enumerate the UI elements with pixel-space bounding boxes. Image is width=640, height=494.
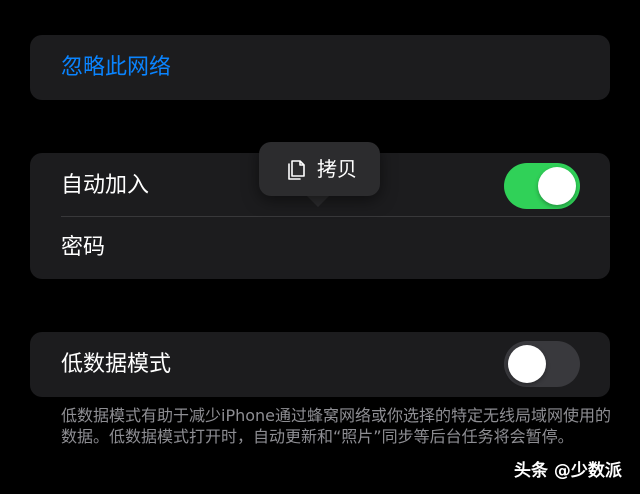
forget-network-card: 忽略此网络 <box>30 35 610 100</box>
toggle-knob <box>538 167 576 205</box>
copy-context-menu[interactable]: 拷贝 <box>259 142 380 196</box>
popup-arrow <box>306 195 330 207</box>
password-row[interactable]: 密码 <box>30 217 610 279</box>
toggle-knob <box>508 345 546 383</box>
low-data-card: 低数据模式 <box>30 332 610 397</box>
auto-join-toggle[interactable] <box>504 163 580 209</box>
low-data-toggle[interactable] <box>504 341 580 387</box>
watermark: 头条 @少数派 <box>514 461 622 481</box>
forget-network-row[interactable]: 忽略此网络 <box>30 35 610 100</box>
auto-join-label: 自动加入 <box>61 173 150 198</box>
low-data-label: 低数据模式 <box>61 352 172 377</box>
copy-icon <box>283 156 309 182</box>
password-label: 密码 <box>61 235 106 260</box>
low-data-description: 低数据模式有助于减少iPhone通过蜂窝网络或你选择的特定无线局域网使用的数据。… <box>61 406 612 446</box>
low-data-row: 低数据模式 <box>30 332 610 397</box>
forget-network-button[interactable]: 忽略此网络 <box>61 53 171 83</box>
copy-menu-item[interactable]: 拷贝 <box>317 155 357 183</box>
